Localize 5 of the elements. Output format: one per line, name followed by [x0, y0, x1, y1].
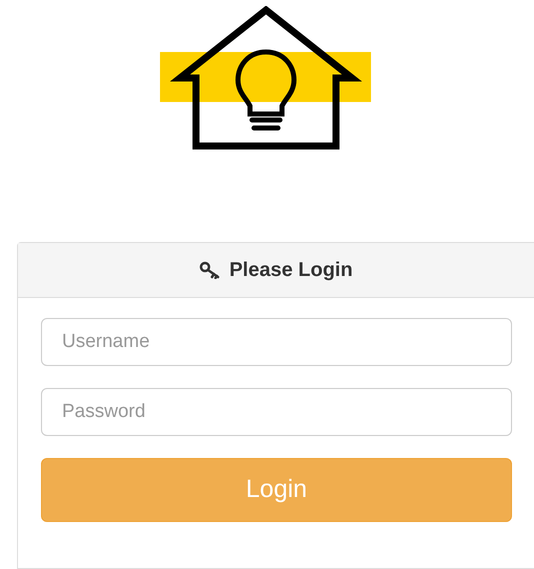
- login-button[interactable]: Login: [41, 458, 512, 522]
- input-field[interactable]: Username: [41, 318, 512, 366]
- input-field[interactable]: Password: [41, 388, 512, 436]
- key-icon: [199, 261, 222, 279]
- panel-title: Please Login: [229, 258, 353, 283]
